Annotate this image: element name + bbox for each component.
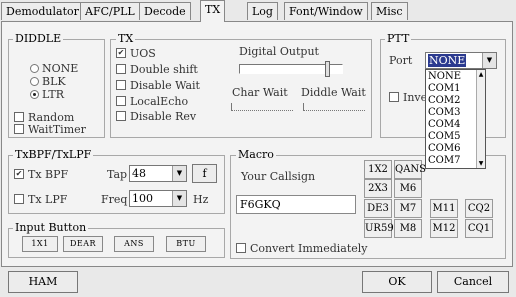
check-icon: ✔ bbox=[14, 169, 24, 179]
radio-selected-icon bbox=[30, 89, 39, 99]
diddle-none-radio[interactable]: NONE bbox=[30, 62, 78, 75]
checkbox-icon bbox=[116, 96, 126, 106]
ok-button[interactable]: OK bbox=[362, 271, 432, 293]
diddle-blk-radio[interactable]: BLK bbox=[30, 75, 66, 88]
char-wait-label: Char Wait bbox=[232, 86, 288, 99]
port-list-scrollbar[interactable]: ▲ ▼ bbox=[476, 70, 485, 168]
port-option-com2[interactable]: COM2 bbox=[427, 95, 476, 107]
diddle-wait-slider[interactable] bbox=[303, 103, 365, 111]
macro-button[interactable]: UR599 bbox=[364, 219, 400, 238]
tx-title: TX bbox=[116, 32, 136, 45]
macro-button[interactable]: M8 bbox=[394, 219, 422, 238]
convert-immediately-checkbox[interactable]: Convert Immediately bbox=[236, 242, 368, 255]
digital-output-label: Digital Output bbox=[239, 45, 319, 58]
tab-misc[interactable]: Misc bbox=[371, 2, 408, 20]
slider-thumb[interactable] bbox=[325, 61, 330, 77]
diddle-wait-label: Diddle Wait bbox=[301, 86, 366, 99]
chevron-down-icon: ▼ bbox=[172, 166, 186, 181]
port-option-com3[interactable]: COM3 bbox=[427, 107, 476, 119]
tab-tx[interactable]: TX bbox=[200, 0, 226, 22]
port-option-com1[interactable]: COM1 bbox=[427, 83, 476, 95]
port-option-com6[interactable]: COM6 bbox=[427, 143, 476, 155]
macro-button[interactable]: M11 bbox=[430, 199, 458, 218]
checkbox-icon bbox=[236, 243, 246, 253]
macro-button[interactable]: M7 bbox=[394, 199, 422, 218]
input-button-title: Input Button bbox=[13, 221, 89, 234]
disable-wait-checkbox[interactable]: Disable Wait bbox=[116, 79, 200, 92]
double-shift-checkbox[interactable]: Double shift bbox=[116, 63, 198, 76]
waittimer-checkbox[interactable]: WaitTimer bbox=[14, 123, 86, 136]
tab-demodulator[interactable]: Demodulator bbox=[1, 2, 84, 20]
checkbox-icon bbox=[14, 194, 24, 204]
tab-fontwindow[interactable]: Font/Window bbox=[284, 2, 368, 20]
tab-decode[interactable]: Decode bbox=[139, 2, 191, 20]
chevron-down-icon: ▼ bbox=[482, 53, 496, 68]
tx-lpf-checkbox[interactable]: Tx LPF bbox=[14, 193, 67, 206]
radio-icon bbox=[30, 63, 39, 73]
checkbox-icon bbox=[14, 112, 24, 122]
macro-button[interactable]: CQ1 bbox=[465, 219, 493, 238]
tap-select[interactable]: 48 ▼ bbox=[129, 165, 187, 182]
chevron-down-icon: ▼ bbox=[172, 191, 186, 206]
tx-bpf-checkbox[interactable]: ✔ Tx BPF bbox=[14, 168, 68, 181]
your-callsign-label: Your Callsign bbox=[241, 170, 316, 183]
input-ans-button[interactable]: ANS bbox=[114, 236, 154, 252]
tab-log[interactable]: Log bbox=[247, 2, 278, 20]
port-select[interactable]: NONE ▼ bbox=[425, 52, 497, 69]
input-btu-button[interactable]: BTU bbox=[166, 236, 206, 252]
macro-button[interactable]: CQ2 bbox=[465, 199, 493, 218]
cancel-button[interactable]: Cancel bbox=[437, 271, 509, 293]
uos-checkbox[interactable]: ✔ UOS bbox=[116, 47, 156, 60]
port-option-com5[interactable]: COM5 bbox=[427, 131, 476, 143]
ham-button[interactable]: HAM bbox=[8, 271, 78, 293]
digital-output-slider[interactable] bbox=[239, 61, 343, 77]
checkbox-icon bbox=[116, 64, 126, 74]
diddle-title: DIDDLE bbox=[13, 32, 64, 45]
checkbox-icon bbox=[116, 111, 126, 121]
macro-button[interactable]: M12 bbox=[430, 219, 458, 238]
checkbox-icon bbox=[14, 124, 24, 134]
radio-icon bbox=[30, 76, 39, 86]
port-option-com4[interactable]: COM4 bbox=[427, 119, 476, 131]
txbpf-title: TxBPF/TxLPF bbox=[13, 148, 94, 161]
freq-select[interactable]: 100 ▼ bbox=[129, 190, 187, 207]
freq-label: Freq bbox=[101, 193, 128, 206]
ptt-title: PTT bbox=[385, 32, 412, 45]
port-label: Port bbox=[389, 54, 413, 67]
macro-button[interactable]: 1X2 bbox=[364, 160, 392, 179]
scroll-down-icon[interactable]: ▼ bbox=[477, 160, 485, 167]
macro-title: Macro bbox=[236, 148, 276, 161]
port-option-com7[interactable]: COM7 bbox=[427, 155, 476, 167]
callsign-input[interactable]: F6GKQ bbox=[236, 195, 356, 214]
macro-button[interactable]: 2X3 bbox=[364, 179, 392, 198]
checkbox-icon bbox=[116, 80, 126, 90]
macro-button[interactable]: DE3 bbox=[364, 199, 392, 218]
tap-label: Tap bbox=[107, 168, 128, 181]
input-button-row: 1X1 DEAR ANS BTU bbox=[22, 236, 222, 252]
hz-label: Hz bbox=[193, 193, 209, 206]
input-dear-button[interactable]: DEAR bbox=[63, 236, 103, 252]
tab-bar: Demodulator AFC/PLL Decode TX Log Font/W… bbox=[0, 0, 516, 22]
disable-rev-checkbox[interactable]: Disable Rev bbox=[116, 110, 196, 123]
invert-checkbox[interactable]: Inve bbox=[389, 91, 427, 104]
port-dropdown-list[interactable]: NONE COM1 COM2 COM3 COM4 COM5 COM6 COM7 … bbox=[425, 69, 486, 169]
scroll-up-icon[interactable]: ▲ bbox=[477, 71, 485, 78]
check-icon: ✔ bbox=[116, 48, 126, 58]
bpf-f-button[interactable]: f bbox=[192, 164, 217, 183]
local-echo-checkbox[interactable]: LocalEcho bbox=[116, 95, 188, 108]
macro-button[interactable]: M6 bbox=[394, 179, 422, 198]
tab-afcpll[interactable]: AFC/PLL bbox=[80, 2, 140, 20]
checkbox-icon bbox=[389, 92, 399, 102]
macro-button[interactable]: QANS bbox=[394, 160, 426, 179]
diddle-ltr-radio[interactable]: LTR bbox=[30, 88, 64, 101]
char-wait-slider[interactable] bbox=[231, 103, 293, 111]
input-1x1-button[interactable]: 1X1 bbox=[22, 236, 58, 252]
port-option-none[interactable]: NONE bbox=[427, 71, 476, 83]
